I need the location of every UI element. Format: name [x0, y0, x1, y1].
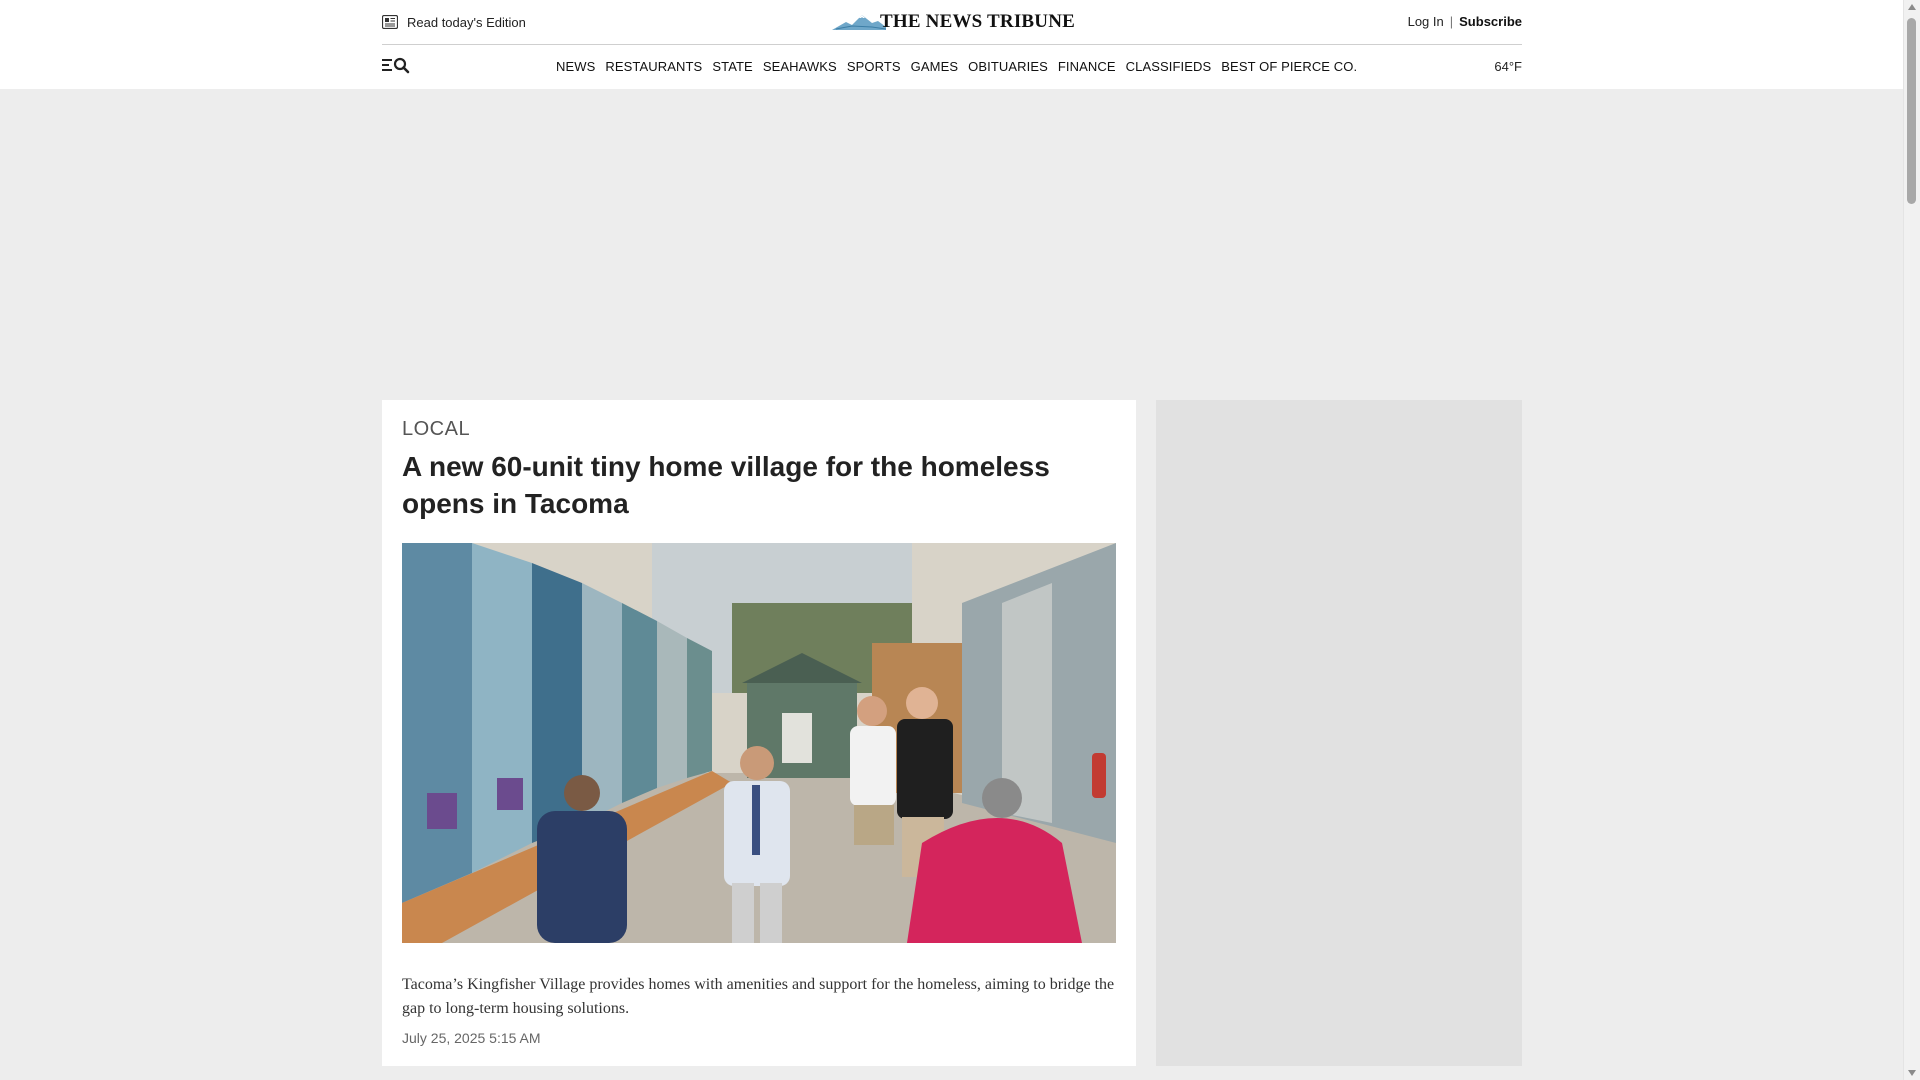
scroll-up-arrow-icon[interactable] — [1908, 4, 1916, 10]
nav-item-news[interactable]: NEWS — [556, 59, 595, 74]
nav-item-restaurants[interactable]: RESTAURANTS — [605, 59, 702, 74]
page: Read today's Edition THE NEWS TRIBUNE Lo… — [0, 0, 1904, 1080]
login-link[interactable]: Log In — [1408, 14, 1444, 29]
nav-item-classifieds[interactable]: CLASSIFIEDS — [1126, 59, 1212, 74]
sidebar-ad-slot — [1156, 400, 1522, 1066]
account-links: Log In | Subscribe — [1408, 14, 1522, 29]
nav-item-finance[interactable]: FINANCE — [1058, 59, 1116, 74]
mountain-logo-icon — [832, 15, 886, 30]
section-label[interactable]: LOCAL — [402, 418, 470, 441]
article-headline[interactable]: A new 60-unit tiny home village for the … — [402, 448, 1116, 522]
top-ad-slot — [0, 89, 1904, 379]
menu-icon — [382, 59, 392, 71]
nav-item-obituaries[interactable]: OBITUARIES — [968, 59, 1048, 74]
nav-item-games[interactable]: GAMES — [911, 59, 958, 74]
nav-item-sports[interactable]: SPORTS — [847, 59, 901, 74]
site-logo[interactable]: THE NEWS TRIBUNE — [832, 10, 1080, 34]
nav-item-seahawks[interactable]: SEAHAWKS — [763, 59, 837, 74]
article-photo-illustration — [402, 543, 1116, 943]
read-edition-label: Read today's Edition — [407, 14, 526, 30]
newspaper-icon — [382, 15, 398, 29]
main-nav: NEWS RESTAURANTS STATE SEAHAWKS SPORTS G… — [556, 59, 1367, 74]
scroll-down-arrow-icon[interactable] — [1908, 1070, 1916, 1076]
site-header: Read today's Edition THE NEWS TRIBUNE Lo… — [0, 0, 1904, 89]
article-photo[interactable] — [402, 543, 1116, 943]
subscribe-link[interactable]: Subscribe — [1459, 14, 1522, 29]
nav-item-state[interactable]: STATE — [712, 59, 752, 74]
scrollbar-thumb[interactable] — [1907, 18, 1916, 204]
header-divider — [382, 44, 1522, 45]
weather-temperature[interactable]: 64°F — [1494, 59, 1522, 74]
nav-item-best-of-pierce-co[interactable]: BEST OF PIERCE CO. — [1221, 59, 1357, 74]
page-scrollbar[interactable] — [1903, 0, 1920, 1080]
logo-wordmark: THE NEWS TRIBUNE — [880, 11, 1076, 32]
article-timestamp: July 25, 2025 5:15 AM — [402, 1030, 541, 1046]
search-icon — [393, 57, 410, 74]
read-edition-link[interactable]: Read today's Edition — [382, 12, 526, 32]
account-separator: | — [1449, 14, 1454, 29]
article-summary: Tacoma’s Kingfisher Village provides hom… — [402, 976, 1115, 1017]
menu-search-button[interactable] — [382, 56, 412, 74]
article-card: LOCAL A new 60-unit tiny home village fo… — [382, 400, 1136, 1066]
